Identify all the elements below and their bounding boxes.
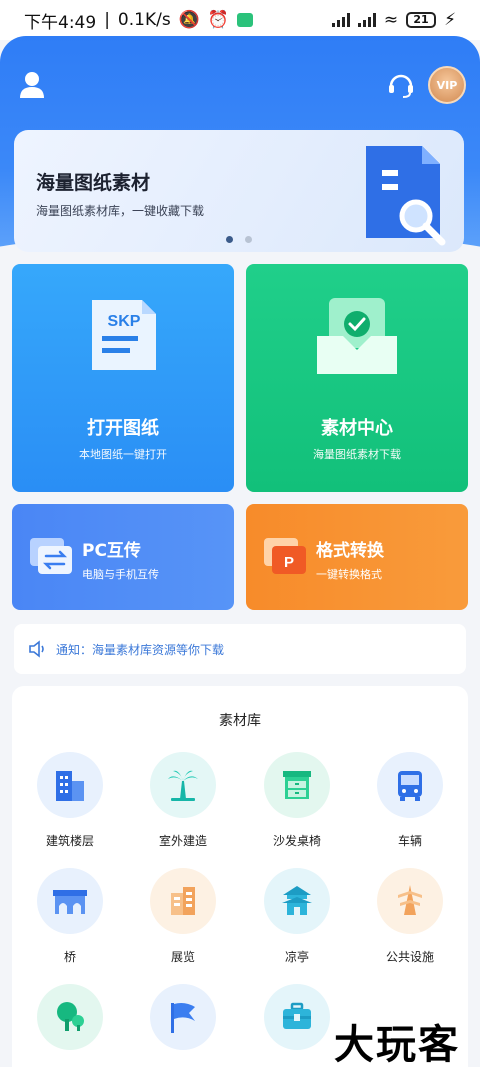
banner-carousel[interactable]: 海量图纸素材 海量图纸素材库，一键收藏下载 — [14, 130, 464, 252]
folder-check-icon — [317, 298, 397, 374]
cabinet-icon — [264, 752, 330, 818]
toolbox-icon — [264, 984, 330, 1050]
pc-transfer-subtitle: 电脑与手机互传 — [82, 568, 159, 581]
speaker-icon — [29, 640, 44, 658]
status-bar: 下午4:49 | 0.1K/s 🔕 ⏰ ≈ 21 ⚡ — [0, 0, 480, 40]
category-public-facilities[interactable]: 公共设施 — [360, 868, 460, 965]
material-center-tile[interactable]: 素材中心 海量图纸素材下载 — [246, 264, 468, 492]
watermark-logo: 大玩客 — [334, 1021, 460, 1067]
category-toolbox[interactable] — [247, 984, 347, 1050]
skp-badge: SKP — [108, 313, 141, 330]
tower-icon — [377, 868, 443, 934]
category-exhibition[interactable]: 展览 — [133, 868, 233, 965]
category-pavilion[interactable]: 凉亭 — [247, 868, 347, 965]
category-bridge[interactable]: 桥 — [20, 868, 120, 965]
battery-icon: 21 — [406, 12, 437, 28]
notice-bar[interactable]: 通知：海量素材库资源等你下载 — [14, 624, 466, 674]
category-outdoor[interactable]: 室外建造 — [133, 752, 233, 849]
vip-label: VIP — [436, 78, 458, 92]
category-label: 室外建造 — [158, 834, 207, 848]
wechat-icon — [237, 13, 254, 27]
status-speed: 0.1K/s — [117, 10, 171, 30]
transfer-icon — [30, 538, 72, 574]
wifi-icon: ≈ — [383, 10, 399, 30]
vip-icon[interactable]: VIP — [428, 66, 466, 104]
format-conversion-subtitle: 一键转换格式 — [316, 568, 382, 581]
mute-icon: 🔕 — [178, 10, 200, 30]
material-center-title: 素材中心 — [321, 418, 393, 439]
category-flag[interactable] — [133, 984, 233, 1050]
category-label: 凉亭 — [284, 950, 309, 964]
exhibition-icon — [150, 868, 216, 934]
material-center-subtitle: 海量图纸素材下载 — [313, 448, 401, 461]
pc-transfer-tile[interactable]: PC互传 电脑与手机互传 — [12, 504, 234, 610]
category-label: 展览 — [170, 950, 195, 964]
banner-title: 海量图纸素材 — [36, 172, 151, 194]
ppt-file-icon: P — [264, 538, 306, 574]
category-label: 车辆 — [397, 834, 422, 848]
category-label: 桥 — [63, 950, 76, 964]
charging-icon: ⚡ — [444, 10, 456, 30]
signal-icon-2 — [357, 13, 376, 27]
carousel-indicator — [226, 236, 252, 243]
open-drawing-title: 打开图纸 — [87, 418, 159, 439]
document-search-icon — [366, 146, 446, 246]
ppt-badge: P — [284, 554, 294, 571]
category-label: 沙发桌椅 — [272, 834, 321, 848]
category-building[interactable]: 建筑楼层 — [20, 752, 120, 849]
pc-transfer-title: PC互传 — [82, 541, 141, 561]
signal-icon — [331, 13, 350, 27]
pavilion-icon — [264, 868, 330, 934]
material-library: 素材库 建筑楼层 室外建造 沙发桌椅 车辆 桥 展览 凉亭 公共设施 — [12, 686, 468, 1067]
category-label: 公共设施 — [385, 950, 434, 964]
bridge-icon — [37, 868, 103, 934]
headset-icon[interactable] — [386, 70, 416, 100]
flag-icon — [150, 984, 216, 1050]
status-time: 下午4:49 — [24, 12, 97, 33]
category-plants[interactable] — [20, 984, 120, 1050]
banner-subtitle: 海量图纸素材库，一键收藏下载 — [36, 204, 205, 218]
category-furniture[interactable]: 沙发桌椅 — [247, 752, 347, 849]
open-drawing-tile[interactable]: SKP 打开图纸 本地图纸一键打开 — [12, 264, 234, 492]
library-title: 素材库 — [219, 713, 261, 729]
notice-text: 通知：海量素材库资源等你下载 — [56, 642, 225, 657]
user-icon[interactable] — [18, 70, 46, 100]
bus-icon — [377, 752, 443, 818]
category-vehicle[interactable]: 车辆 — [360, 752, 460, 849]
open-drawing-subtitle: 本地图纸一键打开 — [79, 448, 167, 461]
building-icon — [37, 752, 103, 818]
alarm-icon: ⏰ — [207, 10, 230, 30]
carousel-dot[interactable] — [245, 236, 252, 243]
skp-file-icon: SKP — [92, 300, 156, 370]
format-conversion-title: 格式转换 — [316, 541, 384, 561]
tree-icon — [37, 984, 103, 1050]
carousel-dot[interactable] — [226, 236, 233, 243]
category-label: 建筑楼层 — [45, 834, 94, 848]
palm-tree-icon — [150, 752, 216, 818]
format-conversion-tile[interactable]: P 格式转换 一键转换格式 — [246, 504, 468, 610]
